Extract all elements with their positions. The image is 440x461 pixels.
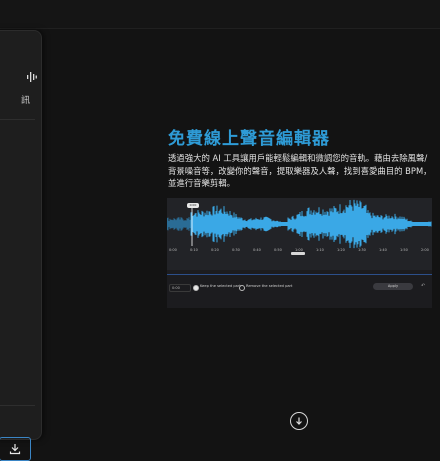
- top-bar: [0, 0, 440, 29]
- side-panel-label: 訊: [21, 96, 31, 106]
- side-divider: [0, 405, 35, 406]
- download-icon: [9, 444, 21, 455]
- timeline-label: 0:00: [169, 248, 177, 252]
- timeline-label: 1:20: [337, 248, 345, 252]
- playhead-label: 0:00: [187, 203, 199, 208]
- timeline-label: 1:30: [358, 248, 366, 252]
- page-description: 透過強大的 AI 工具讓用戶能輕鬆編輯和微調您的音軌。藉由去除風聲/背景噪音等，…: [168, 153, 432, 188]
- timeline-label: 0:20: [211, 248, 219, 252]
- timeline-label: 1:10: [316, 248, 324, 252]
- timeline-label: 0:30: [232, 248, 240, 252]
- side-divider: [0, 119, 35, 120]
- download-button[interactable]: [0, 437, 31, 461]
- remove-label: Remove the selected part: [246, 284, 293, 288]
- keep-label: Keep the selected part: [200, 284, 241, 288]
- timeline-label: 2:00: [421, 248, 429, 252]
- editor-controls: 0:00 Keep the selected part Remove the s…: [167, 283, 432, 293]
- time-input[interactable]: 0:00: [169, 284, 191, 292]
- audio-editor-preview: 0:00 0:00 0:10 0:20 0:30 0:40 0:50 1:00 1:10 1:2…: [167, 198, 432, 308]
- selection-line: [167, 274, 432, 275]
- timeline-label: 1:50: [400, 248, 408, 252]
- remove-radio[interactable]: [239, 285, 245, 291]
- zoom-handle[interactable]: [291, 252, 305, 255]
- timeline-label: 0:50: [274, 248, 282, 252]
- audio-wave-icon: [27, 72, 37, 82]
- page-title: 免費線上聲音編輯器: [168, 129, 330, 149]
- keep-radio[interactable]: [193, 285, 199, 291]
- timeline-label: 1:40: [379, 248, 387, 252]
- scroll-down-button[interactable]: [290, 412, 308, 430]
- waveform-area[interactable]: 0:00 0:00 0:10 0:20 0:30 0:40 0:50 1:00 1:10 1:2…: [167, 198, 432, 270]
- waveform: [167, 199, 432, 249]
- undo-button[interactable]: ↶: [421, 283, 425, 289]
- apply-button[interactable]: Apply: [373, 283, 413, 290]
- side-panel: 訊: [0, 30, 42, 461]
- timeline-label: 0:10: [190, 248, 198, 252]
- timeline-label: 0:40: [253, 248, 261, 252]
- arrow-down-circle-icon: [296, 417, 302, 425]
